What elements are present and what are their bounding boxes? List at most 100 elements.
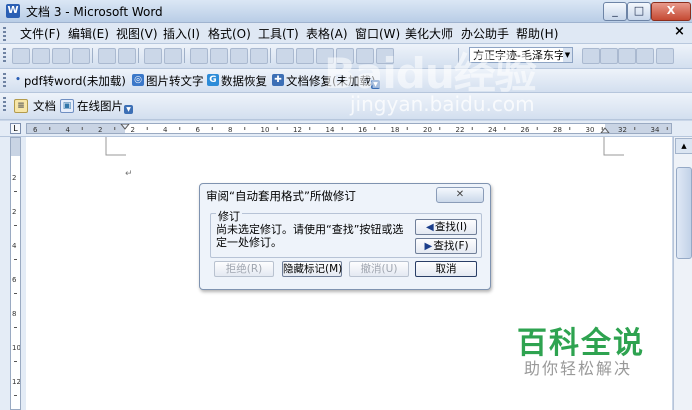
menu-view[interactable]: 视图(V) [116, 25, 158, 42]
menu-tools[interactable]: 工具(T) [258, 25, 299, 42]
vertical-scrollbar[interactable]: ▲ [673, 137, 692, 410]
ruler-tick-label: 4 [66, 126, 71, 133]
vruler-minor-tick [14, 225, 17, 226]
ruler-tick-label: 24 [488, 126, 497, 133]
ruler-minor-tick [406, 127, 408, 130]
ruler-tick-label: 12 [293, 126, 302, 133]
menu-format[interactable]: 格式(O) [208, 25, 251, 42]
ruler-tick-label: 26 [521, 126, 530, 133]
ruler-tick-label: 2 [131, 126, 135, 133]
vertical-ruler[interactable]: 22468101214 [10, 137, 21, 410]
close-button[interactable]: X [651, 2, 691, 21]
align-left-icon[interactable] [582, 48, 600, 64]
permission-icon[interactable] [72, 48, 90, 64]
ruler-minor-tick [374, 127, 376, 130]
word-app-icon[interactable]: W [6, 4, 20, 18]
doc-close-icon[interactable]: × [674, 24, 685, 39]
vruler-minor-tick [14, 293, 17, 294]
document-icon: ≡ [14, 99, 28, 113]
vruler-tick-label: 6 [12, 276, 17, 284]
undo-button[interactable]: 撤消(U) [349, 261, 409, 277]
ruler-tick-label: 8 [228, 126, 232, 133]
ruler-tick-label: 2 [98, 126, 102, 133]
toolbar-options-icon[interactable]: ▼ [124, 105, 133, 114]
scroll-thumb[interactable] [676, 167, 692, 259]
cut-icon[interactable] [190, 48, 208, 64]
ruler-minor-tick [569, 127, 571, 130]
ruler-tick-label: 10 [261, 126, 270, 133]
tab-stop-selector[interactable]: L [10, 123, 21, 134]
minimize-button[interactable]: _ [603, 2, 627, 21]
vruler-tick-label: 2 [12, 208, 16, 216]
toolbar-grip[interactable] [3, 48, 6, 62]
document-button[interactable]: 文档 [33, 98, 56, 114]
cancel-button[interactable]: 取消 [415, 261, 477, 277]
paragraph-mark-icon: ↵ [125, 169, 133, 179]
ruler-minor-tick [276, 127, 278, 130]
menu-file[interactable]: 文件(F) [20, 25, 60, 42]
maximize-button[interactable]: □ [627, 2, 651, 21]
undo-icon[interactable] [276, 48, 294, 64]
ruler-minor-tick [634, 127, 636, 130]
align-center-icon[interactable] [600, 48, 618, 64]
vruler-minor-tick [14, 191, 17, 192]
vruler-minor-tick [14, 327, 17, 328]
ruler-tick-label: 28 [553, 126, 562, 133]
help-watermark: 助你轻松解决 [524, 359, 633, 378]
horizontal-ruler[interactable]: 6 4 2 2 4 6 8 10 12 14 16 18 20 22 24 26 28 30 32 34 [26, 123, 672, 134]
vruler-tick-label: 2 [12, 174, 16, 182]
menu-edit[interactable]: 编辑(E) [68, 25, 109, 42]
online-image-button[interactable]: 在线图片 [77, 98, 123, 114]
dialog-close-icon[interactable]: ✕ [436, 187, 484, 203]
ruler-tick-label: 16 [358, 126, 367, 133]
hide-marks-button[interactable]: 隐藏标记(M) [282, 261, 342, 277]
research-icon[interactable] [164, 48, 182, 64]
ruler-tick-label: 6 [33, 126, 38, 133]
ruler-minor-tick [666, 127, 668, 130]
print-preview-icon[interactable] [118, 48, 136, 64]
image-text-icon: ◎ [132, 74, 144, 86]
justify-icon[interactable] [636, 48, 654, 64]
ruler-tick-label: 18 [391, 126, 400, 133]
align-right-icon[interactable] [618, 48, 636, 64]
ruler-minor-tick [536, 127, 538, 130]
toolbar-separator [270, 48, 271, 63]
toolbar-separator [138, 48, 139, 63]
line-spacing-icon[interactable] [656, 48, 674, 64]
vruler-minor-tick [14, 361, 17, 362]
ruler-row: L 6 4 2 2 4 6 8 10 12 14 16 18 20 22 24 26 28 30 32 34 [0, 121, 692, 137]
toolbar-grip[interactable] [3, 73, 6, 87]
ruler-minor-tick [211, 127, 213, 130]
font-dropdown-chevron-down-icon[interactable]: ▼ [563, 48, 572, 62]
online-image-icon: ▣ [60, 99, 74, 113]
open-icon[interactable] [32, 48, 50, 64]
window-title: 文档 3 - Microsoft Word [26, 5, 163, 19]
scroll-up-icon[interactable]: ▲ [675, 138, 692, 154]
redo-icon[interactable] [296, 48, 314, 64]
spelling-icon[interactable] [144, 48, 162, 64]
image-to-text-button[interactable]: 图片转文字 [146, 73, 204, 89]
ruler-tick-label: 30 [586, 126, 595, 133]
vruler-tick-label: 10 [12, 344, 20, 352]
print-icon[interactable] [98, 48, 116, 64]
ruler-minor-tick [504, 127, 506, 130]
format-painter-icon[interactable] [250, 48, 268, 64]
reject-button[interactable]: 拒绝(R) [214, 261, 274, 277]
menu-insert[interactable]: 插入(I) [163, 25, 200, 42]
pdf-to-word-button[interactable]: pdf转word(未加载) [24, 73, 126, 89]
new-doc-icon[interactable] [12, 48, 30, 64]
vruler-minor-tick [14, 395, 17, 396]
data-recovery-button[interactable]: 数据恢复 [221, 73, 267, 89]
find-next-button[interactable]: ▶查找(F) [415, 238, 477, 254]
toolbar-grip[interactable] [3, 97, 6, 111]
vruler-tick-label: 4 [12, 242, 17, 250]
find-previous-button[interactable]: ◀查找(I) [415, 219, 477, 235]
copy-icon[interactable] [210, 48, 228, 64]
ruler-minor-tick [244, 127, 246, 130]
paste-icon[interactable] [230, 48, 248, 64]
menu-grip[interactable] [3, 27, 6, 41]
find-next-label: 查找(F) [433, 240, 469, 252]
save-icon[interactable] [52, 48, 70, 64]
ruler-tick-label: 4 [163, 126, 168, 133]
dialog-title: 审阅“自动套用格式”所做修订 [206, 189, 356, 203]
